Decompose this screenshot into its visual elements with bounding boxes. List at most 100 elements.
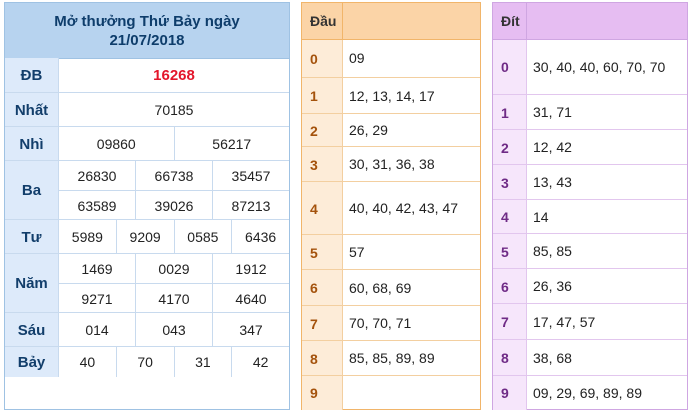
prize-number: 6436: [231, 220, 289, 254]
prize-label: Năm: [5, 254, 59, 313]
prize-number: 70: [115, 347, 174, 377]
dau-values: 09: [349, 50, 365, 66]
dau-digit: 0: [302, 40, 343, 77]
dau-row: 9: [302, 375, 480, 410]
dau-row: 1 12, 13, 14, 17: [302, 77, 480, 114]
dit-digit: 6: [493, 269, 527, 304]
prize-number: 87213: [212, 191, 289, 220]
dau-row: 2 26, 29: [302, 113, 480, 147]
dit-values: 17, 47, 57: [533, 313, 596, 330]
prize-label: Nhất: [5, 93, 59, 127]
lottery-results-table: Mở thưởng Thứ Bảy ngày 21/07/2018 ĐB 1626…: [4, 2, 290, 410]
dit-row: 6 26, 36: [493, 268, 687, 304]
prize-row: Ba 26830 66738 35457 63589 39026 87213: [5, 160, 289, 220]
dit-digit: 1: [493, 95, 527, 130]
prize-number: 56217: [173, 127, 290, 161]
prize-label: Sáu: [5, 313, 59, 347]
dau-row: 8 85, 85, 89, 89: [302, 340, 480, 376]
dit-digit: 2: [493, 130, 527, 165]
prize-label: Ba: [5, 161, 59, 220]
prize-number: 9209: [115, 220, 174, 254]
dau-table: Đầu 0 09 1 12, 13, 14, 17 2 26, 29 3 30, 31, 36…: [301, 2, 481, 410]
prize-number: 043: [135, 313, 212, 347]
prize-number: 5989: [71, 229, 103, 245]
prize-number: 66738: [135, 161, 212, 190]
dit-values: 26, 36: [533, 278, 572, 294]
dau-row: 5 57: [302, 234, 480, 270]
dau-values: 60, 68, 69: [349, 279, 412, 296]
dau-digit: 7: [302, 306, 343, 341]
dau-row: 3 30, 31, 36, 38: [302, 146, 480, 182]
dit-values: 13, 43: [533, 174, 572, 190]
prize-number: 63589: [77, 197, 117, 214]
dau-row: 6 60, 68, 69: [302, 269, 480, 306]
dit-header: Đít: [493, 3, 687, 40]
dit-header-label: Đít: [493, 3, 527, 39]
dau-digit: 1: [302, 78, 343, 114]
dit-digit: 5: [493, 234, 527, 269]
prize-label: Nhì: [5, 127, 59, 161]
dit-row: 3 13, 43: [493, 164, 687, 200]
dau-digit: 3: [302, 147, 343, 182]
dit-row: 9 09, 29, 69, 89, 89: [493, 375, 687, 410]
dit-values: 31, 71: [533, 104, 572, 120]
prize-label: ĐB: [5, 58, 59, 92]
prize-number: 0029: [135, 254, 212, 283]
dit-row: 4 14: [493, 199, 687, 234]
prize-row: Nhì 09860 56217: [5, 126, 289, 161]
dit-values: 30, 40, 40, 60, 70, 70: [533, 58, 666, 75]
prize-row: Bảy 40 70 31 42: [5, 346, 289, 377]
dit-row: 5 85, 85: [493, 233, 687, 269]
special-prize-number: 16268: [153, 66, 195, 84]
dit-row: 1 31, 71: [493, 94, 687, 130]
dit-values: 85, 85: [533, 243, 572, 259]
results-date: 21/07/2018: [109, 31, 185, 49]
dit-digit: 7: [493, 304, 527, 340]
prize-label: Bảy: [5, 347, 59, 377]
prize-number: 70185: [154, 102, 194, 118]
dau-digit: 5: [302, 235, 343, 270]
dit-digit: 4: [493, 200, 527, 234]
prize-number: 347: [212, 313, 289, 347]
prize-number: 09860: [96, 136, 136, 152]
results-title: Mở thưởng Thứ Bảy ngày: [54, 12, 240, 30]
prize-number: 4640: [212, 284, 289, 313]
prize-row: Nhất 70185: [5, 92, 289, 127]
prize-number: 31: [173, 347, 232, 377]
prize-number: 014: [85, 322, 109, 338]
dit-row: 8 38, 68: [493, 339, 687, 376]
prize-number: 1469: [81, 260, 113, 277]
dau-header-label: Đầu: [302, 3, 343, 39]
dau-row: 4 40, 40, 42, 43, 47: [302, 181, 480, 235]
dit-row: 7 17, 47, 57: [493, 303, 687, 340]
dau-values: 85, 85, 89, 89: [349, 350, 435, 366]
dit-table: Đít 0 30, 40, 40, 60, 70, 70 1 31, 71 2 12, 4…: [492, 2, 688, 410]
dau-values: 26, 29: [349, 122, 388, 138]
dit-digit: 9: [493, 376, 527, 410]
prize-row: Tư 5989 9209 0585 6436: [5, 219, 289, 254]
dit-digit: 0: [493, 40, 527, 94]
dit-row: 0 30, 40, 40, 60, 70, 70: [493, 40, 687, 94]
dit-row: 2 12, 42: [493, 129, 687, 165]
prize-row: Năm 1469 0029 1912 9271 4170 4640: [5, 253, 289, 313]
dit-values: 09, 29, 69, 89, 89: [533, 384, 642, 401]
dau-header: Đầu: [302, 3, 480, 40]
prize-row: Sáu 014 043 347: [5, 312, 289, 347]
results-header: Mở thưởng Thứ Bảy ngày 21/07/2018: [5, 3, 289, 59]
dau-values: [343, 376, 480, 410]
prize-number: 4170: [135, 284, 212, 313]
dau-digit: 9: [302, 376, 343, 410]
dau-values: 40, 40, 42, 43, 47: [349, 200, 458, 216]
dit-values: 38, 68: [533, 349, 572, 366]
prize-number: 42: [231, 347, 289, 377]
prize-number: 40: [79, 354, 96, 370]
prize-row: ĐB 16268: [5, 58, 289, 92]
dit-values: 14: [533, 208, 549, 225]
prize-label: Tư: [5, 220, 59, 254]
prize-number: 1912: [212, 254, 289, 283]
prize-number: 26830: [77, 167, 117, 184]
prize-number: 39026: [135, 191, 212, 220]
dau-values: 57: [349, 244, 365, 260]
dau-row: 7 70, 70, 71: [302, 305, 480, 341]
dau-values: 12, 13, 14, 17: [349, 87, 435, 104]
